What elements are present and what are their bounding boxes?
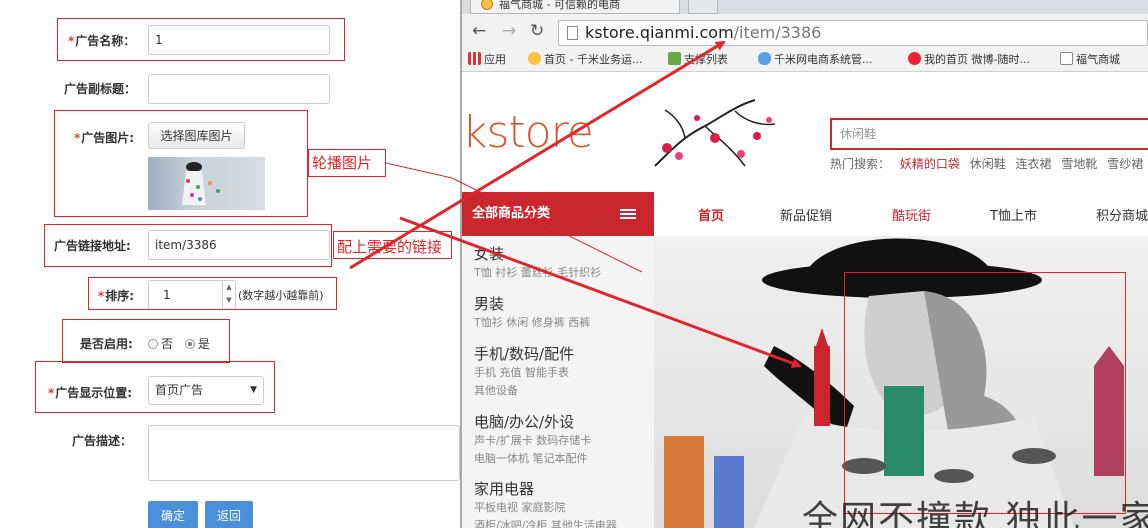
new-tab-button[interactable] [688,0,718,14]
hot-search-link[interactable]: 雪纱裙 [1107,157,1143,171]
category-title[interactable]: 手机/数码/配件 [474,344,574,364]
bookmark-label: 首页 - 千米业务运... [544,53,643,66]
bookmark-apps[interactable]: 应用 [468,52,506,68]
nav-points-mall[interactable]: 积分商城 [1096,205,1148,224]
forward-arrow-icon[interactable]: → [502,22,516,40]
tab-title: 福气商城 - 可信赖的电商 [499,0,620,11]
category-subs[interactable]: T恤衫 休闲 修身裤 西裤 [474,314,590,332]
highlight-box-position [35,361,275,413]
highlight-box-banner [844,272,1126,514]
highlight-box-carousel-note [308,149,386,177]
bookmark-qianmi-home[interactable]: 首页 - 千米业务运... [528,52,642,68]
highlight-box-link-note [333,231,452,259]
highlight-box-ad-name [57,18,345,61]
hot-search-link[interactable]: 休闲鞋 [970,157,1006,171]
banner-slogan: 全网不撞款 独此一家 [802,499,1148,528]
category-women[interactable]: 女装 T恤 衬衫 蕾丝衫 毛针织衫 [474,244,601,282]
leaf-icon [668,52,681,65]
highlight-box-ad-link [44,224,332,267]
category-subs[interactable]: 酒柜/冰吧/冷柜 其他生活电器 [474,517,617,528]
bookmark-support-list[interactable]: 支撑列表 [668,52,728,68]
smiley-icon [528,52,541,65]
apps-icon [468,52,481,65]
nav-cool-street[interactable]: 酷玩街 [892,205,931,224]
browser-tab[interactable]: 福气商城 - 可信赖的电商 [470,0,680,14]
category-phones[interactable]: 手机/数码/配件 手机 充值 智能手表 其他设备 [474,344,574,400]
bookmark-label: 支撑列表 [684,53,728,66]
description-label: 广告描述： [72,434,133,448]
bookmark-label: 我的首页 微博-随时... [924,53,1030,66]
nav-tshirt-launch[interactable]: T恤上市 [990,205,1037,224]
all-categories-label: 全部商品分类 [472,206,551,221]
category-title[interactable]: 男装 [474,294,590,314]
bookmark-fuqi-store[interactable]: 福气商城 [1060,52,1120,68]
nav-home[interactable]: 首页 [698,205,724,224]
bookmark-label: 应用 [484,53,506,66]
bookmark-qianmi-admin[interactable]: 千米网电商系统管... [758,52,873,68]
highlight-box-enabled [62,319,230,363]
page-icon [1060,52,1073,65]
address-bar[interactable]: kstore.qianmi.com/item/3386 [558,20,1148,46]
category-appliances[interactable]: 家用电器 平板电视 家庭影院 酒柜/冰吧/冷柜 其他生活电器 [474,479,617,528]
weibo-icon [908,52,921,65]
category-subs[interactable]: 其他设备 [474,382,574,400]
category-title[interactable]: 电脑/办公/外设 [474,412,591,432]
carousel-banner[interactable]: 全网不撞款 独此一家 [654,236,1148,528]
store-logo[interactable]: kstore [462,108,594,158]
category-subs[interactable]: 声卡/扩展卡 数码存储卡 [474,432,591,450]
plum-blossom-icon [654,99,776,167]
category-subs[interactable]: T恤 衬衫 蕾丝衫 毛针织衫 [474,264,601,282]
hot-search-link[interactable]: 雪地靴 [1061,157,1097,171]
category-subs[interactable]: 手机 充值 智能手表 [474,364,574,382]
smiley-icon [481,0,493,10]
highlight-box-sort [88,277,337,310]
back-button[interactable]: 返回 [205,501,253,528]
category-computers[interactable]: 电脑/办公/外设 声卡/扩展卡 数码存储卡 电脑一体机 笔记本配件 [474,412,591,468]
url-host: kstore.qianmi.com [585,23,734,42]
bookmark-label: 福气商城 [1076,53,1120,66]
bookmarks-bar: 应用 首页 - 千米业务运... 支撑列表 千米网电商系统管... 我的首页 微… [462,48,1148,72]
confirm-button[interactable]: 确定 [148,501,198,528]
bookmark-weibo[interactable]: 我的首页 微博-随时... [908,52,1030,68]
category-title[interactable]: 家用电器 [474,479,617,499]
browser-toolbar: ← → ↻ kstore.qianmi.com/item/3386 [462,14,1148,48]
hot-search-link[interactable]: 妖精的口袋 [900,157,960,171]
store-search-input[interactable]: 休闲鞋 [830,118,1148,150]
url-path: /item/3386 [733,23,822,42]
category-title[interactable]: 女装 [474,244,601,264]
hot-searches: 热门搜索： 妖精的口袋 休闲鞋 连衣裙 雪地靴 雪纱裙 [830,155,1148,172]
category-men[interactable]: 男装 T恤衫 休闲 修身裤 西裤 [474,294,590,332]
page-icon [567,26,578,40]
ad-subtitle-input[interactable] [148,74,330,104]
hamburger-icon [620,209,636,219]
browser-window: 福气商城 - 可信赖的电商 ← → ↻ kstore.qianmi.com/it… [460,0,1148,528]
hot-search-link[interactable]: 连衣裙 [1016,157,1052,171]
all-categories-menu[interactable]: 全部商品分类 [462,192,654,236]
category-list: 女装 T恤 衬衫 蕾丝衫 毛针织衫 男装 T恤衫 休闲 修身裤 西裤 手机/数码/配… [462,236,654,528]
cloud-icon [758,52,771,65]
screenshot-stage: *广告名称： 1 广告副标题： *广告图片: 选择图库图片 轮播图片 广告链接地… [0,0,1148,528]
description-textarea[interactable] [148,425,460,481]
bookmark-label: 千米网电商系统管... [774,53,873,66]
reload-icon[interactable]: ↻ [530,22,544,40]
ad-edit-form: *广告名称： 1 广告副标题： *广告图片: 选择图库图片 轮播图片 广告链接地… [0,0,460,528]
hot-search-label: 热门搜索： [830,157,891,171]
category-subs[interactable]: 平板电视 家庭影院 [474,499,617,517]
category-subs[interactable]: 电脑一体机 笔记本配件 [474,450,591,468]
nav-new-promotions[interactable]: 新品促销 [780,205,832,224]
tab-strip: 福气商城 - 可信赖的电商 [462,0,1148,14]
highlight-box-ad-image [54,110,308,217]
back-arrow-icon[interactable]: ← [472,22,486,40]
ad-subtitle-label: 广告副标题： [64,82,137,96]
